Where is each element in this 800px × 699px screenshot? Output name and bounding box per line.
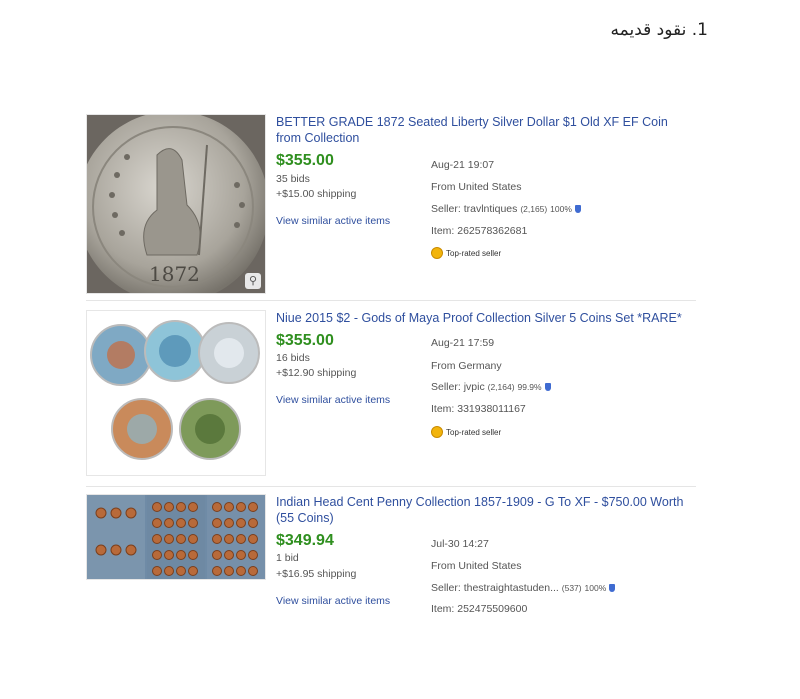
maya-coins-set-image[interactable]: [86, 310, 266, 476]
listing-title[interactable]: Indian Head Cent Penny Collection 1857-1…: [276, 494, 696, 526]
divider: [86, 486, 696, 487]
seller-label: Seller:: [431, 203, 464, 215]
divider: [86, 300, 696, 301]
seller-feedback: (2,165): [520, 204, 548, 214]
shipping-cost: +$12.90 shipping: [276, 367, 357, 379]
end-time: Aug-21 17:59: [431, 337, 495, 349]
listing-price: $355.00: [276, 332, 334, 349]
shield-icon: [574, 205, 581, 214]
bid-count: 1 bid: [276, 552, 299, 564]
end-time: Aug-21 19:07: [431, 159, 495, 171]
top-rated-badge: Top-rated seller: [431, 247, 501, 259]
listing-price: $355.00: [276, 152, 334, 169]
top-rated-badge: Top-rated seller: [431, 426, 501, 438]
seated-liberty-coin-image[interactable]: 1872 ⚲: [86, 114, 266, 294]
item-number: Item: 331938011167: [431, 403, 526, 415]
listing-item: 1872 ⚲ BETTER GRADE 1872 Seated Liberty …: [86, 114, 696, 294]
listing-price: $349.94: [276, 532, 334, 549]
bid-count: 16 bids: [276, 352, 310, 364]
badge-label: Top-rated seller: [446, 248, 502, 258]
listing-item: Niue 2015 $2 - Gods of Maya Proof Collec…: [86, 310, 696, 480]
view-similar-link[interactable]: View similar active items: [276, 215, 390, 227]
seller-name[interactable]: thestraightastuden...: [464, 582, 559, 594]
seller-percent: 100%: [584, 583, 607, 593]
seller-info: Seller: travlntiques (2,165) 100%: [431, 203, 581, 215]
seller-label: Seller:: [431, 582, 464, 594]
seller-feedback: (2,164): [487, 382, 515, 392]
zoom-icon[interactable]: ⚲: [245, 273, 261, 289]
view-similar-link[interactable]: View similar active items: [276, 394, 390, 406]
svg-text:1872: 1872: [149, 262, 200, 286]
seller-name[interactable]: jvpic: [464, 381, 485, 393]
item-location: From Germany: [431, 360, 502, 372]
shield-icon: [609, 584, 616, 593]
seller-name[interactable]: travlntiques: [464, 203, 518, 215]
view-similar-link[interactable]: View similar active items: [276, 595, 390, 607]
listing-title[interactable]: Niue 2015 $2 - Gods of Maya Proof Collec…: [276, 310, 696, 326]
penny-album-image[interactable]: [86, 494, 266, 580]
shield-icon: [544, 383, 551, 392]
seller-feedback: (537): [561, 583, 582, 593]
item-number: Item: 262578362681: [431, 225, 528, 237]
listing-title[interactable]: BETTER GRADE 1872 Seated Liberty Silver …: [276, 114, 696, 146]
end-time: Jul-30 14:27: [431, 538, 489, 550]
shipping-cost: +$16.95 shipping: [276, 568, 357, 580]
medal-icon: [431, 426, 443, 438]
badge-label: Top-rated seller: [446, 427, 502, 437]
item-number: Item: 252475509600: [431, 603, 528, 614]
listing-item: Indian Head Cent Penny Collection 1857-1…: [86, 494, 696, 614]
page-heading: 1. نقود قديمه: [610, 20, 708, 40]
bid-count: 35 bids: [276, 173, 310, 185]
seller-info: Seller: jvpic (2,164) 99.9%: [431, 381, 551, 393]
seller-percent: 100%: [550, 204, 572, 214]
seller-percent: 99.9%: [517, 382, 542, 392]
seller-label: Seller:: [431, 381, 464, 393]
item-location: From United States: [431, 181, 522, 193]
medal-icon: [431, 247, 443, 259]
item-location: From United States: [431, 560, 522, 572]
shipping-cost: +$15.00 shipping: [276, 188, 357, 200]
seller-info: Seller: thestraightastuden... (537) 100%: [431, 582, 616, 594]
